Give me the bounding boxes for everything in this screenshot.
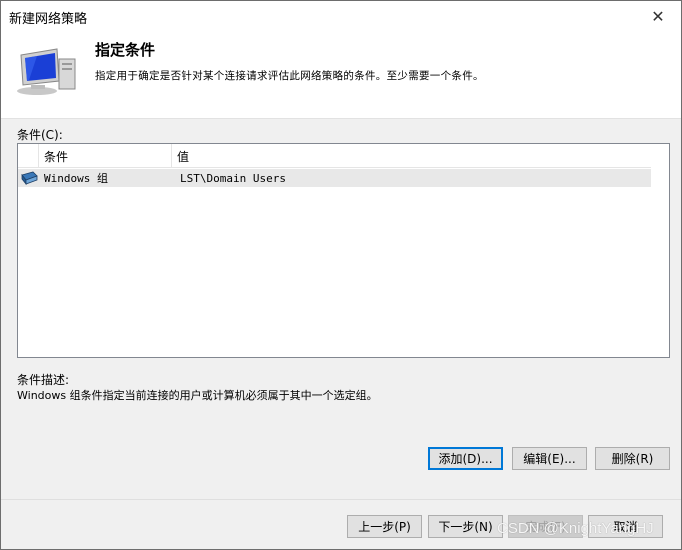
page-description: 指定用于确定是否针对某个连接请求评估此网络策略的条件。至少需要一个条件。 <box>95 70 484 82</box>
watermark: CSDN @KnightYangHJ <box>497 520 654 537</box>
condition-name: Windows 组 <box>44 172 108 185</box>
condition-value: LST\Domain Users <box>180 171 286 185</box>
windows-group-icon <box>18 169 42 187</box>
column-header-value[interactable]: 值 <box>172 144 651 168</box>
new-network-policy-dialog: 新建网络策略 ✕ 指定条件 指定用于确定是否针对某个连接请求评估此网络策略的条件… <box>0 0 682 550</box>
description-text: Windows 组条件指定当前连接的用户或计算机必须属于其中一个选定组。 <box>17 389 378 402</box>
description-label: 条件描述: <box>17 373 70 387</box>
next-button[interactable]: 下一步(N) <box>428 515 503 538</box>
title-bar: 新建网络策略 ✕ <box>1 1 681 31</box>
edit-button[interactable]: 编辑(E)... <box>512 447 587 470</box>
wizard-header: 指定条件 指定用于确定是否针对某个连接请求评估此网络策略的条件。至少需要一个条件… <box>1 31 681 119</box>
close-icon[interactable]: ✕ <box>635 1 681 31</box>
column-header-icon <box>18 144 39 168</box>
window-title: 新建网络策略 <box>9 12 88 27</box>
back-button[interactable]: 上一步(P) <box>347 515 422 538</box>
column-header-condition[interactable]: 条件 <box>39 144 172 168</box>
conditions-label: 条件(C): <box>17 128 63 142</box>
page-title: 指定条件 <box>95 41 156 59</box>
monitor-icon <box>17 48 76 95</box>
add-button[interactable]: 添加(D)... <box>428 447 503 470</box>
table-row[interactable]: Windows 组 LST\Domain Users <box>18 169 651 187</box>
conditions-list[interactable]: 条件 值 Windows 组 LST\Domain Users <box>17 143 670 358</box>
list-header: 条件 值 <box>18 144 651 168</box>
delete-button[interactable]: 删除(R) <box>595 447 670 470</box>
